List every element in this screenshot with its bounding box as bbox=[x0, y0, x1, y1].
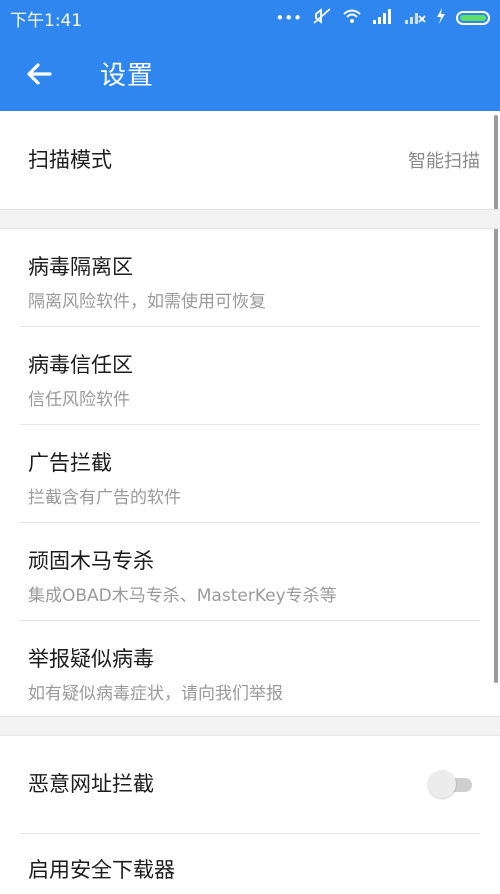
status-icons: ••• bbox=[275, 7, 490, 29]
toggle-thumb bbox=[428, 770, 456, 798]
signal-no-sim-icon bbox=[404, 8, 426, 28]
item-subtitle: 隔离风险软件，如需使用可恢复 bbox=[28, 292, 266, 312]
page-title: 设置 bbox=[100, 61, 155, 91]
section-gap bbox=[0, 209, 500, 229]
signal-icon bbox=[372, 8, 394, 28]
item-subtitle: 如有疑似病毒症状，请向我们举报 bbox=[28, 684, 283, 704]
more-dots-icon: ••• bbox=[275, 9, 302, 27]
section-gap bbox=[0, 716, 500, 736]
list-item-report-virus[interactable]: 举报疑似病毒 如有疑似病毒症状，请向我们举报 bbox=[0, 621, 500, 716]
wifi-icon bbox=[342, 8, 362, 28]
status-bar: 下午1:41 ••• bbox=[0, 0, 500, 36]
list-item-ad-block[interactable]: 广告拦截 拦截含有广告的软件 bbox=[0, 425, 500, 522]
malicious-url-toggle[interactable] bbox=[428, 770, 476, 798]
list-item-quarantine[interactable]: 病毒隔离区 隔离风险软件，如需使用可恢复 bbox=[0, 229, 500, 326]
list-item-trojan-killer[interactable]: 顽固木马专杀 集成OBAD木马专杀、MasterKey专杀等 bbox=[0, 523, 500, 620]
malicious-url-label: 恶意网址拦截 bbox=[28, 772, 154, 796]
toolbar: 设置 bbox=[0, 36, 500, 111]
item-subtitle: 集成OBAD木马专杀、MasterKey专杀等 bbox=[28, 586, 337, 606]
item-subtitle: 信任风险软件 bbox=[28, 390, 130, 410]
arrow-left-icon bbox=[27, 62, 52, 85]
item-subtitle: 拦截含有广告的软件 bbox=[28, 488, 181, 508]
item-title: 病毒信任区 bbox=[28, 353, 133, 377]
status-time: 下午1:41 bbox=[10, 10, 83, 31]
settings-list: 扫描模式 智能扫描 病毒隔离区 隔离风险软件，如需使用可恢复 病毒信任区 信任风… bbox=[0, 111, 500, 889]
mute-icon bbox=[312, 7, 332, 29]
scan-mode-value: 智能扫描 bbox=[408, 151, 480, 172]
item-title: 广告拦截 bbox=[28, 451, 112, 475]
secure-downloader-row[interactable]: 启用安全下载器 bbox=[0, 834, 500, 894]
scan-mode-row[interactable]: 扫描模式 智能扫描 bbox=[0, 111, 500, 209]
item-title: 病毒隔离区 bbox=[28, 255, 133, 279]
secure-downloader-label: 启用安全下载器 bbox=[28, 858, 175, 882]
list-item-trust-zone[interactable]: 病毒信任区 信任风险软件 bbox=[0, 327, 500, 424]
charging-icon bbox=[436, 8, 446, 28]
battery-icon bbox=[456, 11, 490, 25]
item-title: 举报疑似病毒 bbox=[28, 647, 154, 671]
item-title: 顽固木马专杀 bbox=[28, 549, 154, 573]
malicious-url-row[interactable]: 恶意网址拦截 bbox=[0, 736, 500, 833]
back-button[interactable] bbox=[14, 49, 64, 99]
app-bar: 下午1:41 ••• 设置 bbox=[0, 0, 500, 111]
